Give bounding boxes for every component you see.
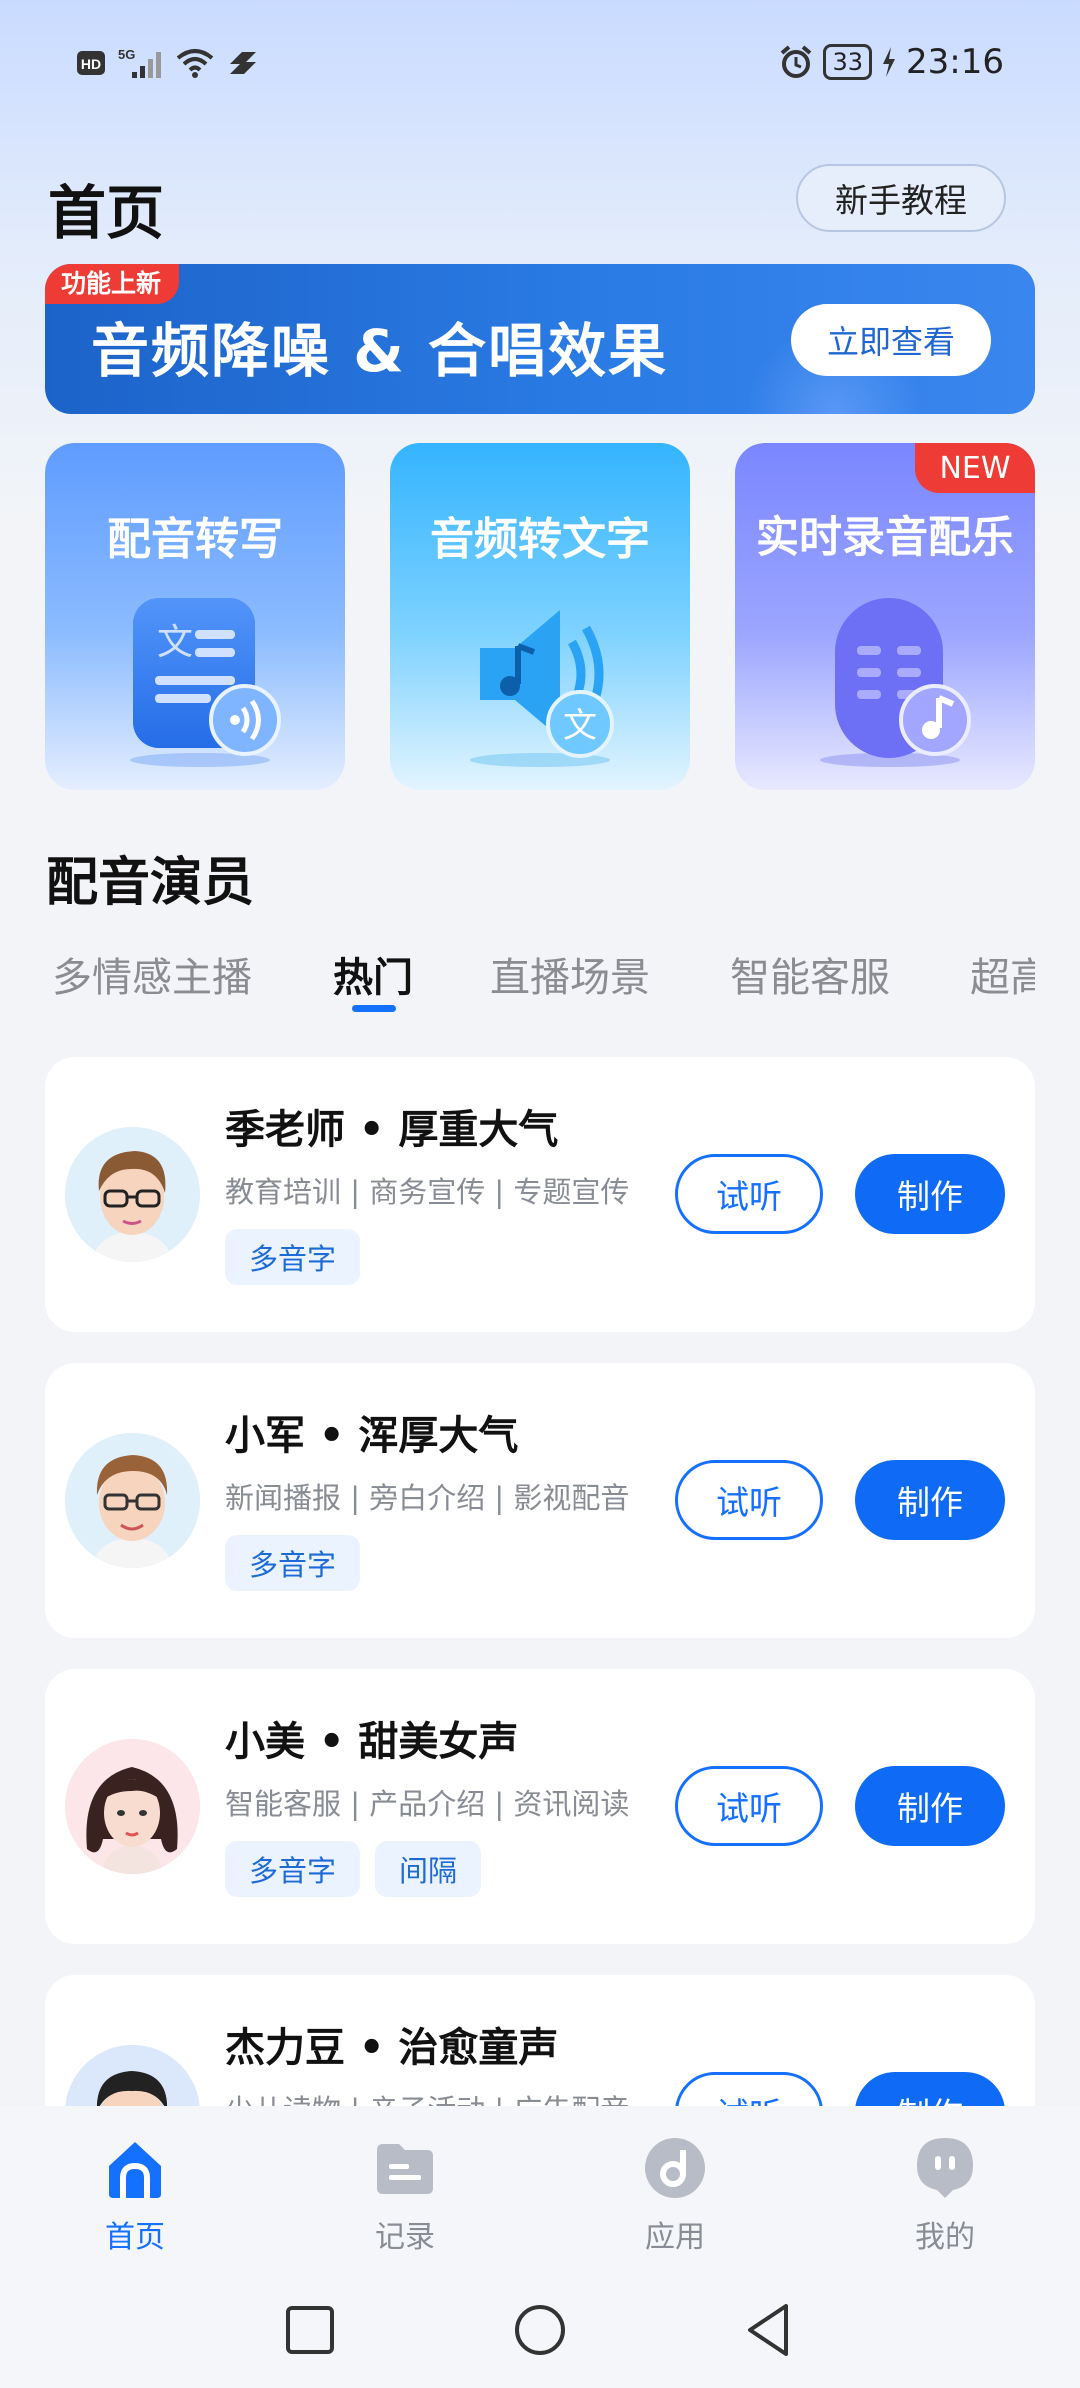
banner-badge: 功能上新 (45, 264, 180, 304)
app-icon (645, 2138, 705, 2198)
avatar (65, 1127, 200, 1262)
recent-apps-button[interactable] (280, 2300, 340, 2360)
nav-apps[interactable]: 应用 (575, 2136, 775, 2256)
category-tabs: 多情感主播 热门 直播场景 智能客服 超高 (0, 945, 1035, 1015)
actor-tags: 智能客服 | 产品介绍 | 资讯阅读 (225, 1787, 630, 1821)
actor-name: 小军 • 浑厚大气 (225, 1413, 519, 1459)
feature-card-audio-to-text[interactable]: 音频转文字 文 (390, 443, 690, 790)
listen-button[interactable]: 试听 (675, 1766, 823, 1846)
status-icons-right: 33 23:16 (779, 42, 1004, 82)
hd-icon: HD (77, 51, 105, 75)
feature-title: 音频转文字 (430, 514, 650, 565)
actor-tags: 教育培训 | 商务宣传 | 专题宣传 (225, 1175, 630, 1209)
feature-title: 配音转写 (107, 514, 283, 565)
avatar (65, 1433, 200, 1568)
clock: 23:16 (906, 42, 1004, 82)
tab-smart-service[interactable]: 智能客服 (730, 945, 890, 1003)
listen-button[interactable]: 试听 (675, 1460, 823, 1540)
actor-card[interactable]: 小军 • 浑厚大气 新闻播报 | 旁白介绍 | 影视配音 多音字 试听 制作 (45, 1363, 1035, 1638)
profile-icon (917, 2138, 973, 2198)
wifi-icon (176, 49, 214, 78)
tutorial-button[interactable]: 新手教程 (796, 164, 1006, 232)
make-button[interactable]: 制作 (855, 1154, 1005, 1234)
5g-signal-icon: 5G (118, 47, 161, 78)
feature-card-dubbing-transcribe[interactable]: 配音转写 文 (45, 443, 345, 790)
tag-chip: 多音字 (225, 1229, 361, 1285)
new-badge: NEW (915, 443, 1035, 493)
tag-chip: 多音字 (225, 1535, 361, 1591)
link-icon (230, 52, 256, 74)
status-icons-left: HD 5G (76, 46, 260, 80)
svg-text:文: 文 (157, 622, 193, 663)
svg-text:5G: 5G (118, 47, 135, 62)
promo-banner[interactable]: 功能上新 音频降噪 & 合唱效果 立即查看 (45, 264, 1035, 414)
home-button[interactable] (510, 2300, 570, 2360)
page-title: 首页 (48, 179, 165, 247)
make-button[interactable]: 制作 (855, 1460, 1005, 1540)
alarm-icon (781, 45, 812, 78)
feature-card-live-record-music[interactable]: NEW 实时录音配乐 (735, 443, 1035, 790)
banner-title: 音频降噪 & 合唱效果 (91, 317, 668, 385)
tab-live-scene[interactable]: 直播场景 (490, 945, 650, 1003)
tag-chip: 间隔 (375, 1841, 482, 1897)
nav-label: 应用 (645, 2220, 705, 2255)
make-button[interactable]: 制作 (855, 1766, 1005, 1846)
actor-card[interactable]: 季老师 • 厚重大气 教育培训 | 商务宣传 | 专题宣传 多音字 试听 制作 (45, 1057, 1035, 1332)
microphone-music-icon (820, 598, 971, 767)
speaker-text-icon: 文 (470, 610, 614, 767)
nav-records[interactable]: 记录 (305, 2136, 505, 2256)
tag-chip: 多音字 (225, 1841, 361, 1897)
status-bar: HD 5G 33 23:16 (0, 0, 1080, 130)
nav-label: 记录 (375, 2220, 435, 2255)
nav-label: 首页 (105, 2220, 165, 2255)
actor-name: 小美 • 甜美女声 (225, 1719, 519, 1765)
svg-text:HD: HD (81, 56, 101, 72)
section-title: 配音演员 (46, 853, 255, 913)
document-audio-icon: 文 (130, 598, 281, 767)
tab-multi-emotion[interactable]: 多情感主播 (52, 945, 252, 1003)
tab-hot[interactable]: 热门 (333, 945, 413, 1003)
feature-title: 实时录音配乐 (756, 513, 1014, 563)
charging-icon (883, 47, 896, 77)
back-button[interactable] (740, 2300, 800, 2360)
actor-name: 季老师 • 厚重大气 (225, 1107, 559, 1153)
actor-tags: 新闻播报 | 旁白介绍 | 影视配音 (225, 1481, 630, 1515)
active-tab-indicator (352, 1005, 396, 1012)
view-now-button[interactable]: 立即查看 (791, 304, 991, 376)
nav-label: 我的 (915, 2220, 975, 2255)
actor-card[interactable]: 小美 • 甜美女声 智能客服 | 产品介绍 | 资讯阅读 多音字 间隔 试听 制… (45, 1669, 1035, 1944)
nav-home[interactable]: 首页 (35, 2136, 235, 2256)
home-icon (109, 2142, 161, 2198)
svg-text:文: 文 (563, 706, 597, 746)
folder-icon (377, 2144, 433, 2194)
avatar (65, 1739, 200, 1874)
listen-button[interactable]: 试听 (675, 1154, 823, 1234)
tab-ultra[interactable]: 超高 (970, 945, 1035, 1003)
nav-profile[interactable]: 我的 (845, 2136, 1045, 2256)
battery-level: 33 (823, 44, 873, 80)
actor-name: 杰力豆 • 治愈童声 (225, 2025, 559, 2071)
